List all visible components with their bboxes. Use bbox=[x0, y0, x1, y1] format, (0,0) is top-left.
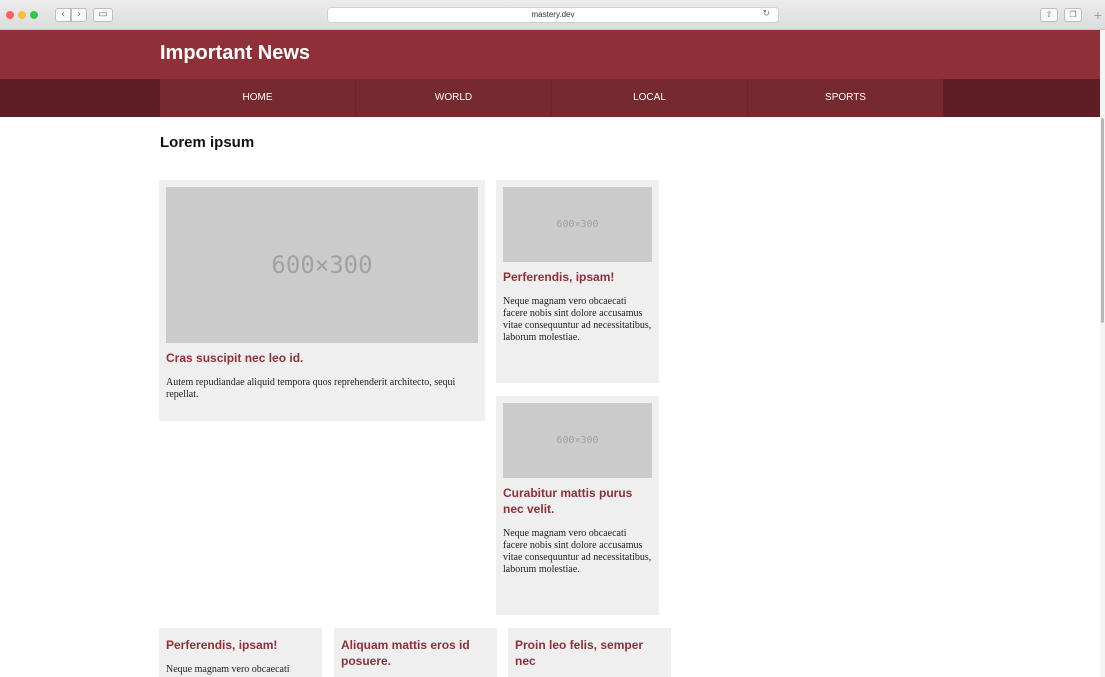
share-icon[interactable]: ⇧ bbox=[1040, 8, 1058, 22]
article-excerpt: Neque magnam vero obcaecati facere nobis… bbox=[503, 528, 652, 575]
article-card[interactable]: Aliquam mattis eros id posuere. bbox=[334, 628, 497, 677]
article-card[interactable]: 600×300 Curabitur mattis purus nec velit… bbox=[496, 396, 659, 615]
close-window-button[interactable] bbox=[6, 11, 14, 19]
article-title[interactable]: Aliquam mattis eros id posuere. bbox=[341, 637, 490, 669]
nav-item-sports[interactable]: SPORTS bbox=[748, 79, 943, 117]
main-nav: HOME WORLD LOCAL SPORTS bbox=[0, 79, 1100, 117]
plus-icon[interactable]: + bbox=[1091, 10, 1105, 24]
nav-item-world[interactable]: WORLD bbox=[356, 79, 552, 117]
chevron-left-icon[interactable]: ‹ bbox=[55, 8, 71, 22]
article-title[interactable]: Cras suscipit nec leo id. bbox=[166, 350, 478, 366]
section-heading: Lorem ipsum bbox=[160, 134, 255, 151]
browser-toolbar: ‹ › ▭ mastery.dev ↻ ⇧ ❐ + bbox=[0, 0, 1105, 30]
nav-item-home[interactable]: HOME bbox=[160, 79, 356, 117]
image-placeholder: 600×300 bbox=[166, 187, 478, 343]
image-placeholder: 600×300 bbox=[503, 403, 652, 478]
article-card[interactable]: Perferendis, ipsam! Neque magnam vero ob… bbox=[159, 628, 322, 677]
image-placeholder: 600×300 bbox=[503, 187, 652, 262]
article-title[interactable]: Perferendis, ipsam! bbox=[503, 269, 652, 285]
article-card-featured[interactable]: 600×300 Cras suscipit nec leo id. Autem … bbox=[159, 180, 485, 421]
article-title[interactable]: Perferendis, ipsam! bbox=[166, 637, 315, 653]
tabs-icon[interactable]: ❐ bbox=[1064, 8, 1082, 22]
article-title[interactable]: Curabitur mattis purus nec velit. bbox=[503, 485, 652, 517]
scrollbar-thumb[interactable] bbox=[1101, 118, 1104, 323]
site-header: Important News bbox=[0, 30, 1100, 79]
article-excerpt: Autem repudiandae aliquid tempora quos r… bbox=[166, 377, 456, 400]
article-excerpt: Neque magnam vero obcaecati facere nobis… bbox=[503, 296, 652, 343]
sidebar-icon[interactable]: ▭ bbox=[93, 8, 113, 22]
minimize-window-button[interactable] bbox=[18, 11, 26, 19]
article-card[interactable]: 600×300 Perferendis, ipsam! Neque magnam… bbox=[496, 180, 659, 383]
chevron-right-icon[interactable]: › bbox=[71, 8, 87, 22]
nav-item-local[interactable]: LOCAL bbox=[552, 79, 748, 117]
site-title[interactable]: Important News bbox=[160, 42, 310, 65]
url-text: mastery.dev bbox=[531, 10, 575, 19]
address-bar[interactable]: mastery.dev ↻ bbox=[327, 7, 779, 23]
reload-icon[interactable]: ↻ bbox=[762, 9, 770, 19]
article-card[interactable]: Proin leo felis, semper nec bbox=[508, 628, 671, 677]
article-excerpt: Neque magnam vero obcaecati bbox=[166, 664, 290, 675]
zoom-window-button[interactable] bbox=[30, 11, 38, 19]
article-title[interactable]: Proin leo felis, semper nec bbox=[515, 637, 664, 669]
